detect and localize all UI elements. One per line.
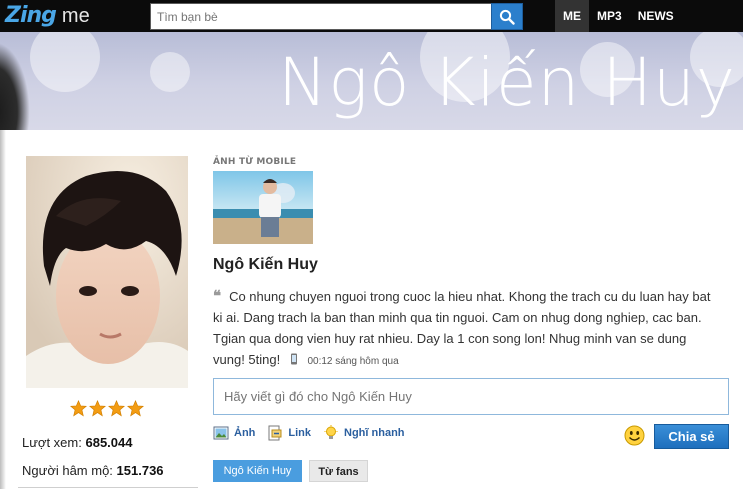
nav-news[interactable]: NEWS <box>630 0 682 32</box>
attach-link-button[interactable]: Link <box>267 425 311 441</box>
avatar-photo <box>26 156 188 388</box>
logo-zing-text: Zing <box>5 3 57 28</box>
status-timestamp[interactable]: 00:12 sáng hôm qua <box>307 356 398 367</box>
share-button[interactable]: Chia sẻ <box>654 424 729 449</box>
tab-from-owner[interactable]: Ngô Kiến Huy <box>213 460 302 482</box>
tab-from-fans[interactable]: Từ fans <box>309 460 368 482</box>
search-icon <box>499 9 515 25</box>
profile-cover-banner: Ngô Kiến Huy <box>0 32 743 130</box>
cover-title: Ngô Kiến Huy <box>278 44 736 121</box>
mobile-photos-heading: ẢNH TỪ MOBILE <box>213 157 297 167</box>
photo-icon <box>213 426 229 440</box>
status-post: ❝ Co nhung chuyen nguoi trong cuoc la hie… <box>213 286 719 372</box>
quick-thought-button[interactable]: Nghĩ nhanh <box>323 425 405 441</box>
attach-photo-button[interactable]: Ảnh <box>213 425 255 441</box>
link-icon <box>268 425 282 441</box>
beach-photo <box>213 171 313 244</box>
quick-thought-label: Nghĩ nhanh <box>344 427 405 439</box>
nav-me[interactable]: ME <box>555 0 589 32</box>
wall-post-input[interactable] <box>214 379 728 414</box>
rating-stars <box>70 400 144 417</box>
emoticon-picker-icon[interactable] <box>624 425 645 446</box>
wall-post-composer <box>213 378 729 415</box>
panel-shadow-edge <box>0 130 6 489</box>
search-input[interactable] <box>151 4 491 29</box>
composer-actions: Ảnh Link Nghĩ nhanh <box>213 424 417 442</box>
status-author-name[interactable]: Ngô Kiến Huy <box>213 256 318 274</box>
mobile-phone-icon <box>290 353 297 365</box>
bokeh-decoration <box>30 32 100 92</box>
nav-mp3[interactable]: MP3 <box>589 0 630 32</box>
stats-divider <box>18 487 198 488</box>
fans-label: Người hâm mộ: <box>22 463 113 478</box>
fans-stat: Người hâm mộ: 151.736 <box>22 463 164 478</box>
star-icon <box>108 400 125 417</box>
bokeh-decoration <box>150 52 190 92</box>
mobile-photo-thumbnail[interactable] <box>213 171 313 244</box>
views-stat: Lượt xem: 685.044 <box>22 435 132 450</box>
views-label: Lượt xem: <box>22 435 82 450</box>
top-nav: ME MP3 NEWS <box>555 0 682 32</box>
cover-hair-silhouette <box>0 42 30 130</box>
top-bar: Zing me ME MP3 NEWS <box>0 0 743 32</box>
search-button[interactable] <box>491 3 523 30</box>
photo-action-label: Ảnh <box>234 427 256 439</box>
views-value: 685.044 <box>85 435 133 450</box>
link-action-label: Link <box>288 427 312 439</box>
zing-me-logo[interactable]: Zing me <box>5 3 90 29</box>
quote-icon: ❝ <box>213 288 222 305</box>
profile-avatar[interactable] <box>26 156 188 388</box>
search-box <box>150 3 492 30</box>
star-icon <box>70 400 87 417</box>
lightbulb-icon <box>324 425 338 439</box>
fans-value: 151.736 <box>116 463 164 478</box>
logo-me-text: me <box>61 5 90 27</box>
star-icon <box>127 400 144 417</box>
star-icon <box>89 400 106 417</box>
